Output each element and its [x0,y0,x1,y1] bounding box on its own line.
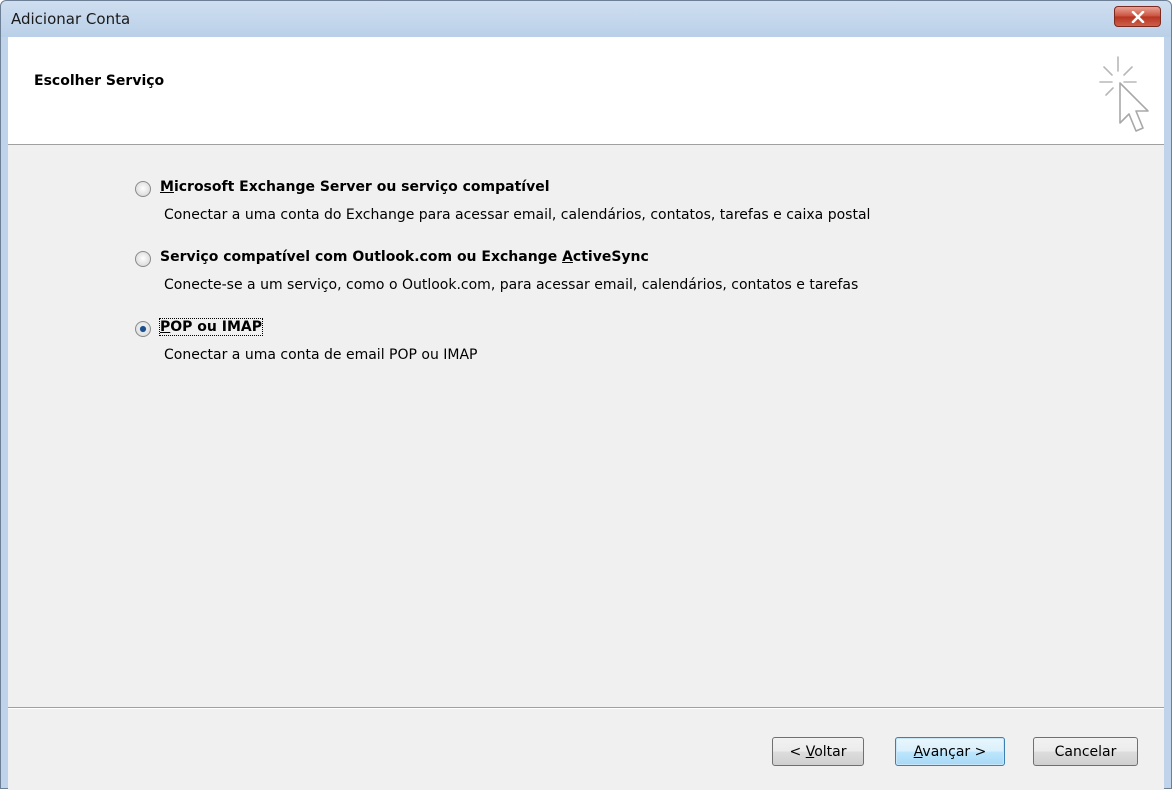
option-activesync-description: Conecte-se a um serviço, como o Outlook.… [164,277,859,293]
dialog-window: Adicionar Conta Escolher Serviço Microso… [0,0,1172,790]
title-bar[interactable]: Adicionar Conta [1,1,1171,37]
header-panel: Escolher Serviço [8,37,1164,145]
close-icon [1131,10,1144,23]
option-exchange-description: Conectar a uma conta do Exchange para ac… [164,207,871,223]
option-activesync-label[interactable]: Serviço compatível com Outlook.com ou Ex… [160,249,649,265]
cancel-button[interactable]: Cancelar [1033,737,1138,766]
option-pop-imap-description: Conectar a uma conta de email POP ou IMA… [164,347,478,363]
sparkle-cursor-icon [1099,56,1149,132]
close-button[interactable] [1114,6,1161,27]
next-button[interactable]: Avançar > [895,737,1005,766]
page-title: Escolher Serviço [34,73,165,89]
footer-divider [8,707,1164,709]
dialog-body: Escolher Serviço Microsoft Exchange Serv… [8,37,1164,790]
window-title: Adicionar Conta [11,10,131,28]
option-exchange-label[interactable]: Microsoft Exchange Server ou serviço com… [160,179,550,195]
radio-pop-imap[interactable] [135,321,151,337]
option-pop-imap-label[interactable]: POP ou IMAP [159,318,263,336]
radio-exchange[interactable] [135,181,151,197]
radio-activesync[interactable] [135,251,151,267]
back-button[interactable]: < Voltar [772,737,864,766]
